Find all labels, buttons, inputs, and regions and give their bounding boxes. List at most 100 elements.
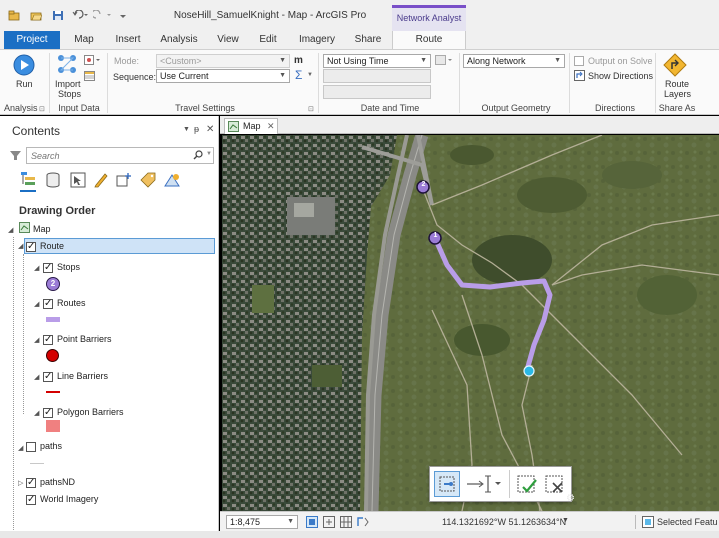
date-field[interactable] bbox=[323, 69, 431, 83]
chevron-down-icon[interactable]: ▼ bbox=[562, 517, 569, 524]
new-project-icon[interactable] bbox=[8, 10, 20, 21]
fixed-zoom-icon[interactable] bbox=[306, 516, 318, 530]
pin-icon[interactable]: ᵽ bbox=[194, 124, 199, 134]
toc-route[interactable]: Route bbox=[26, 238, 64, 255]
time-select[interactable]: Not Using Time ▼ bbox=[323, 54, 431, 68]
calendar-icon[interactable] bbox=[435, 55, 453, 68]
redo-icon[interactable] bbox=[91, 9, 113, 21]
chevron-down-icon[interactable]: ▼ bbox=[206, 151, 212, 157]
collapse-icon[interactable]: ◢ bbox=[8, 226, 13, 234]
tab-map[interactable]: Map bbox=[66, 31, 102, 49]
filter-icon[interactable] bbox=[10, 150, 21, 163]
grid-icon[interactable] bbox=[340, 516, 352, 530]
scale-select[interactable]: 1:8,475 ▼ bbox=[226, 515, 298, 529]
customize-qat-icon[interactable] bbox=[119, 10, 127, 21]
search-input[interactable] bbox=[27, 148, 177, 163]
run-icon[interactable] bbox=[13, 54, 35, 78]
tab-route[interactable]: Route bbox=[392, 31, 466, 49]
collapse-icon[interactable]: ◢ bbox=[34, 409, 39, 417]
sum-icon[interactable]: Σ bbox=[295, 68, 302, 82]
finish-edit-icon[interactable] bbox=[515, 471, 539, 497]
drawing-order-icon[interactable] bbox=[20, 171, 36, 192]
tab-analysis[interactable]: Analysis bbox=[156, 31, 202, 49]
output-on-solve-checkbox[interactable] bbox=[574, 56, 584, 66]
map-canvas[interactable]: 2 1 ⚙ bbox=[222, 135, 719, 511]
toc-polygon-barriers[interactable]: Polygon Barriers bbox=[43, 404, 124, 421]
route-layers-icon[interactable] bbox=[663, 53, 687, 79]
symbology-icon[interactable] bbox=[163, 172, 181, 190]
import-stops-button-line2[interactable]: Stops bbox=[58, 89, 81, 99]
open-project-icon[interactable] bbox=[30, 10, 43, 21]
collapse-icon[interactable]: ◢ bbox=[34, 264, 39, 272]
directions-icon[interactable] bbox=[574, 70, 585, 83]
collapse-icon[interactable]: ◢ bbox=[34, 300, 39, 308]
launcher-icon[interactable]: ⊡ bbox=[39, 105, 45, 113]
toc-pathsnd[interactable]: pathsND bbox=[26, 474, 75, 491]
close-icon[interactable]: ✕ bbox=[206, 124, 214, 135]
attribute-table-icon[interactable] bbox=[84, 71, 96, 84]
collapse-icon[interactable]: ◢ bbox=[18, 242, 23, 250]
launcher-icon[interactable]: ⊡ bbox=[308, 105, 314, 113]
collapse-icon[interactable]: ◢ bbox=[34, 373, 39, 381]
line-barriers-visibility-checkbox[interactable] bbox=[43, 369, 53, 385]
discard-edit-icon[interactable] bbox=[543, 471, 567, 497]
search-icon[interactable] bbox=[193, 150, 203, 162]
undo-icon[interactable] bbox=[70, 9, 90, 21]
run-button[interactable]: Run bbox=[16, 79, 33, 89]
selection-icon[interactable] bbox=[70, 172, 86, 190]
stops-visibility-checkbox[interactable] bbox=[43, 260, 53, 276]
move-vertex-icon[interactable] bbox=[464, 471, 504, 497]
editing-icon[interactable] bbox=[93, 172, 109, 190]
pathsnd-visibility-checkbox[interactable] bbox=[26, 475, 36, 491]
expand-icon[interactable]: ▷ bbox=[18, 479, 23, 487]
import-stops-icon[interactable] bbox=[56, 53, 80, 79]
route-visibility-checkbox[interactable] bbox=[26, 239, 36, 255]
pane-options-icon[interactable]: ▼ bbox=[183, 126, 190, 133]
toc-world-imagery[interactable]: World Imagery bbox=[26, 491, 98, 508]
paths-visibility-checkbox[interactable] bbox=[26, 441, 36, 452]
tab-share[interactable]: Share bbox=[350, 31, 386, 49]
world-imagery-visibility-checkbox[interactable] bbox=[26, 492, 36, 508]
import-stops-button[interactable]: Import bbox=[55, 79, 81, 89]
show-directions-button[interactable]: Show Directions bbox=[588, 71, 653, 81]
point-barriers-visibility-checkbox[interactable] bbox=[43, 332, 53, 348]
tab-view[interactable]: View bbox=[210, 31, 246, 49]
route-layers-button[interactable]: Route bbox=[665, 79, 689, 89]
toc-paths[interactable]: paths bbox=[26, 438, 62, 454]
toolbar-settings-gear-icon[interactable]: ⚙ bbox=[566, 493, 575, 504]
route-layers-button-line2[interactable]: Layers bbox=[664, 89, 691, 99]
tab-edit[interactable]: Edit bbox=[252, 31, 284, 49]
tab-insert[interactable]: Insert bbox=[108, 31, 148, 49]
sequence-select[interactable]: Use Current ▼ bbox=[156, 69, 290, 83]
select-tool-icon[interactable] bbox=[434, 471, 460, 497]
create-features-icon[interactable] bbox=[84, 55, 100, 68]
close-icon[interactable]: ✕ bbox=[267, 119, 275, 133]
toc-routes[interactable]: Routes bbox=[43, 295, 86, 312]
rotate-icon[interactable] bbox=[356, 516, 370, 530]
tab-project[interactable]: Project bbox=[4, 31, 60, 49]
toc-line-barriers[interactable]: Line Barriers bbox=[43, 368, 108, 385]
directions-group-label: Directions bbox=[594, 103, 635, 113]
share-as-group-label: Share As bbox=[658, 103, 696, 113]
time-field[interactable] bbox=[323, 85, 431, 99]
toc-map[interactable]: Map bbox=[19, 221, 51, 237]
toc-stops[interactable]: Stops bbox=[43, 259, 80, 276]
save-project-icon[interactable] bbox=[52, 10, 64, 21]
labeling-icon[interactable] bbox=[140, 172, 156, 190]
toc-point-barriers[interactable]: Point Barriers bbox=[43, 331, 112, 348]
mode-select[interactable]: <Custom> ▼ bbox=[156, 54, 290, 68]
coordinate-readout: 114.1321692°W 51.1263634°N bbox=[442, 517, 567, 527]
chevron-down-icon[interactable]: ▼ bbox=[307, 72, 313, 78]
tab-imagery[interactable]: Imagery bbox=[292, 31, 342, 49]
data-source-icon[interactable] bbox=[45, 172, 61, 190]
collapse-icon[interactable]: ◢ bbox=[34, 336, 39, 344]
polygon-barriers-visibility-checkbox[interactable] bbox=[43, 405, 53, 421]
map-view-tab[interactable]: Map ✕ bbox=[224, 118, 278, 134]
snapping-icon[interactable] bbox=[116, 172, 132, 190]
output-geometry-select[interactable]: Along Network ▼ bbox=[463, 54, 565, 68]
routes-visibility-checkbox[interactable] bbox=[43, 296, 53, 312]
collapse-icon[interactable]: ◢ bbox=[18, 444, 23, 452]
extent-icon[interactable] bbox=[323, 516, 335, 530]
paths-line-symbol bbox=[30, 463, 44, 464]
selected-features-label[interactable]: Selected Featu bbox=[657, 517, 718, 527]
